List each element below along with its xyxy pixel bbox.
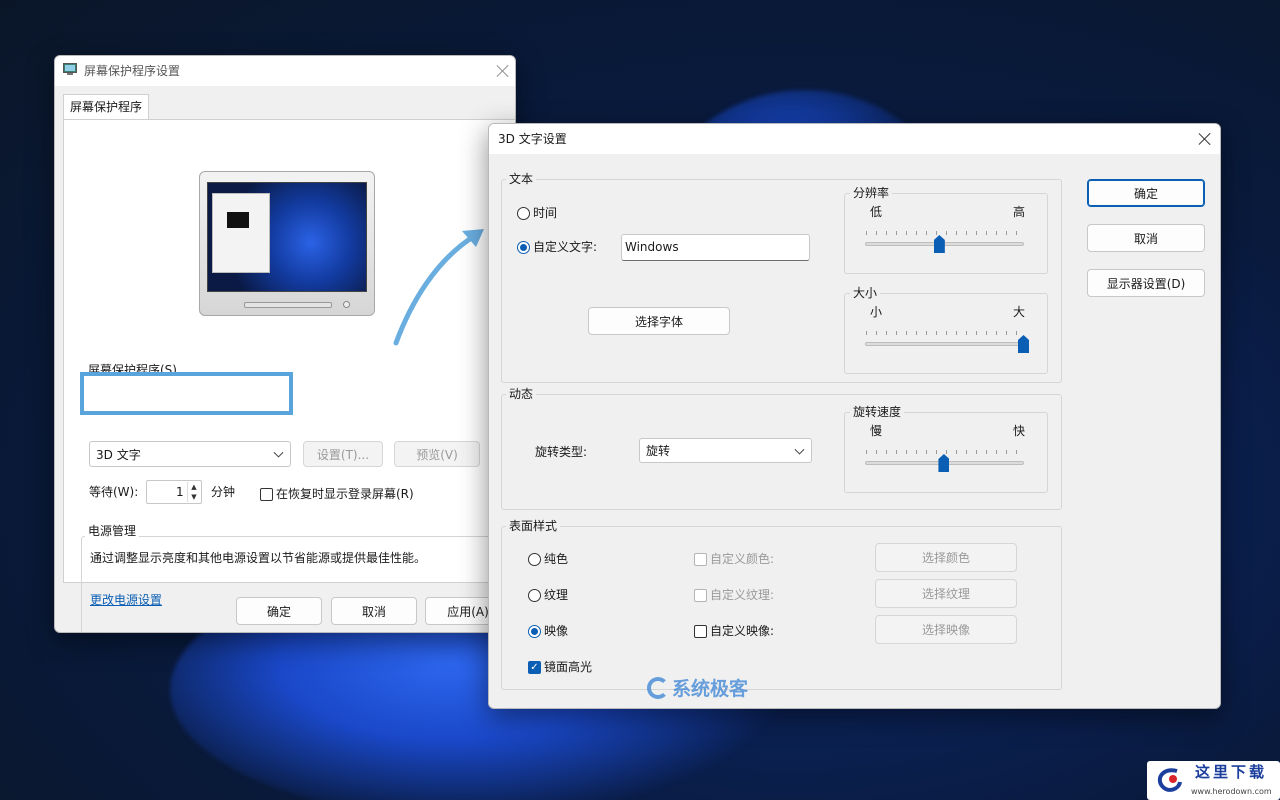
settings-button[interactable]: 设置(T)... — [303, 441, 383, 467]
screensaver-select[interactable]: 3D 文字 — [89, 441, 291, 467]
rotation-type-select[interactable]: 旋转 — [639, 438, 812, 463]
size-large-label: 大 — [1013, 305, 1026, 319]
specular-highlight-checkbox[interactable]: ✓ — [528, 661, 541, 674]
close-icon[interactable] — [1198, 132, 1212, 146]
cancel-button[interactable]: 取消 — [1087, 224, 1205, 252]
cancel-button[interactable]: 取消 — [331, 597, 417, 625]
wait-value[interactable]: 1 — [176, 484, 184, 500]
custom-text-label: 自定义文字: — [533, 240, 598, 254]
stepper-arrows[interactable]: ▲ ▼ — [187, 482, 200, 502]
choose-color-button[interactable]: 选择颜色 — [875, 543, 1017, 572]
rotation-type-label: 旋转类型: — [535, 445, 588, 459]
monitor-preview — [199, 171, 375, 316]
pointer-arrow — [393, 229, 484, 346]
resolution-high-label: 高 — [1013, 205, 1026, 219]
corner-logo: 这里下载 www.herodown.com — [1147, 761, 1280, 800]
resolution-ticks — [866, 231, 1024, 235]
rotation-speed-ticks — [866, 450, 1024, 454]
monitor-base — [244, 302, 332, 308]
resume-checkbox-label: 在恢复时显示登录屏幕(R) — [276, 487, 414, 501]
chevron-down-icon — [273, 447, 284, 458]
tab-screensaver[interactable]: 屏幕保护程序 — [63, 94, 149, 120]
custom-color-checkbox[interactable] — [694, 553, 707, 566]
choose-texture-button[interactable]: 选择纹理 — [875, 579, 1017, 608]
rotation-speed-label: 旋转速度 — [850, 405, 905, 419]
resolution-label: 分辨率 — [850, 186, 893, 200]
size-track — [865, 342, 1024, 346]
motion-group-label: 动态 — [506, 387, 537, 401]
custom-color-label: 自定义颜色: — [710, 552, 775, 566]
change-power-settings-link[interactable]: 更改电源设置 — [90, 592, 162, 608]
text3d-titlebar: 3D 文字设置 — [489, 124, 1220, 154]
watermark: 系统极客 — [647, 674, 748, 701]
rotation-speed-fast-label: 快 — [1013, 424, 1026, 438]
display-settings-button[interactable]: 显示器设置(D) — [1087, 269, 1205, 297]
power-led — [343, 301, 350, 308]
ok-button[interactable]: 确定 — [236, 597, 322, 625]
power-group-label: 电源管理 — [85, 524, 140, 538]
close-icon[interactable] — [496, 64, 510, 78]
custom-texture-label: 自定义纹理: — [710, 588, 775, 602]
solid-color-radio[interactable] — [528, 553, 541, 566]
ok-button[interactable]: 确定 — [1087, 179, 1205, 207]
power-description: 通过调整显示亮度和其他电源设置以节省能源或提供最佳性能。 — [90, 551, 427, 565]
watermark-logo-icon — [647, 676, 669, 699]
surface-group-label: 表面样式 — [506, 519, 561, 533]
choose-font-button[interactable]: 选择字体 — [588, 307, 730, 335]
highlight-frame — [80, 372, 293, 415]
resume-checkbox[interactable] — [260, 488, 273, 501]
text-group-label: 文本 — [506, 172, 537, 186]
choose-reflection-button[interactable]: 选择映像 — [875, 615, 1017, 644]
time-label: 时间 — [533, 206, 558, 220]
wait-stepper[interactable]: 1 ▲ ▼ — [146, 480, 202, 504]
reflection-radio[interactable] — [528, 625, 541, 638]
texture-radio[interactable] — [528, 589, 541, 602]
wait-label: 等待(W): — [89, 485, 139, 499]
time-radio[interactable] — [517, 207, 530, 220]
resolution-low-label: 低 — [870, 205, 883, 219]
rotation-speed-slow-label: 慢 — [870, 424, 883, 438]
text3d-settings-dialog: 3D 文字设置 文本 时间 自定义文字: Windows 选择字体 分辨率 低 … — [488, 123, 1221, 709]
minutes-label: 分钟 — [211, 485, 236, 499]
screensaver-titlebar: 屏幕保护程序设置 — [55, 56, 515, 86]
custom-texture-checkbox[interactable] — [694, 589, 707, 602]
custom-reflection-checkbox[interactable] — [694, 625, 707, 638]
solid-color-label: 纯色 — [544, 552, 569, 566]
text3d-dialog-title: 3D 文字设置 — [498, 132, 567, 146]
preview-mini-dialog — [212, 193, 270, 273]
chevron-down-icon — [794, 444, 805, 455]
monitor-app-icon — [63, 63, 77, 75]
custom-text-radio[interactable] — [517, 241, 530, 254]
preview-screen — [207, 182, 367, 292]
screensaver-dialog-title: 屏幕保护程序设置 — [84, 64, 181, 78]
size-label: 大小 — [850, 286, 881, 300]
custom-reflection-label: 自定义映像: — [710, 624, 775, 638]
specular-highlight-label: 镜面高光 — [544, 660, 593, 674]
corner-logo-icon — [1157, 768, 1182, 792]
preview-button[interactable]: 预览(V) — [394, 441, 480, 467]
size-ticks — [866, 331, 1024, 335]
custom-text-input[interactable]: Windows — [621, 234, 810, 261]
reflection-label: 映像 — [544, 624, 569, 638]
size-small-label: 小 — [870, 305, 883, 319]
texture-label: 纹理 — [544, 588, 569, 602]
